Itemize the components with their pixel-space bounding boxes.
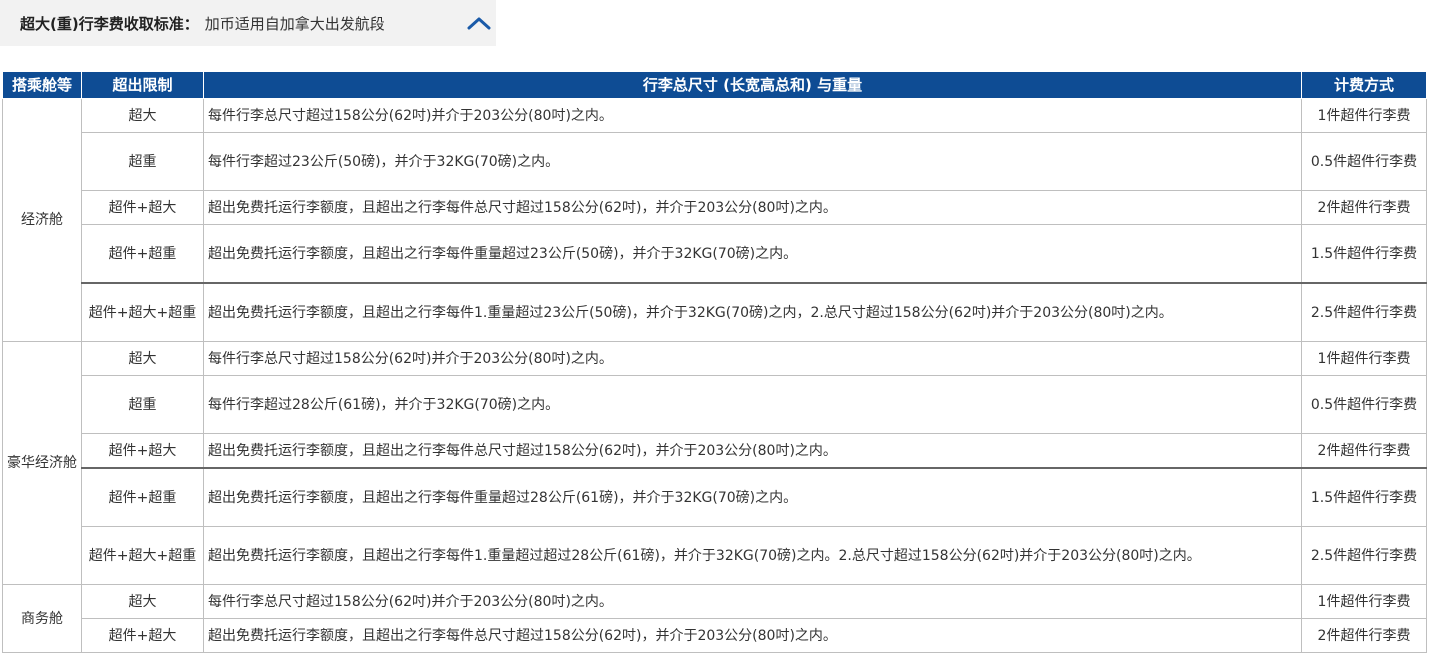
desc-cell: 每件行李总尺寸超过158公分(62吋)并介于203公分(80吋)之内。 [203, 584, 1302, 619]
desc-cell: 每件行李总尺寸超过158公分(62吋)并介于203公分(80吋)之内。 [203, 98, 1302, 133]
limit-cell: 超大 [81, 341, 204, 376]
table-row: 商务舱 超大 每件行李总尺寸超过158公分(62吋)并介于203公分(80吋)之… [2, 584, 1427, 653]
desc-cell: 超出免费托运行李额度，且超出之行李每件重量超过23公斤(50磅)，并介于32KG… [203, 224, 1302, 284]
header-fee: 计费方式 [1301, 71, 1427, 99]
cabin-premium-economy: 豪华经济舱 [2, 341, 82, 585]
cabin-business: 商务舱 [2, 584, 82, 653]
table-row: 超重 每件行李超过28公斤(61磅)，并介于32KG(70磅)之内。 0.5件超… [3, 375, 1427, 434]
table-row: 超件+超大+超重 超出免费托运行李额度，且超出之行李每件1.重量超过23公斤(5… [3, 282, 1427, 342]
limit-cell: 超重 [81, 132, 204, 191]
header-cabin: 搭乘舱等 [2, 71, 82, 99]
table-row: 超重 每件行李超过23公斤(50磅)，并介于32KG(70磅)之内。 0.5件超… [3, 132, 1427, 191]
limit-cell: 超件+超大+超重 [81, 526, 204, 585]
limit-cell: 超件+超大+超重 [81, 282, 204, 342]
desc-cell: 超出免费托运行李额度，且超出之行李每件重量超过28公斤(61磅)，并介于32KG… [203, 467, 1302, 527]
fee-cell: 1.5件超件行李费 [1301, 467, 1427, 527]
table-row: 豪华经济舱 超大 每件行李总尺寸超过158公分(62吋)并介于203公分(80吋… [2, 341, 1427, 585]
desc-cell: 超出免费托运行李额度，且超出之行李每件1.重量超过23公斤(50磅)，并介于32… [203, 282, 1302, 342]
fee-cell: 1件超件行李费 [1301, 98, 1427, 133]
desc-cell: 超出免费托运行李额度，且超出之行李每件1.重量超过超过28公斤(61磅)，并介于… [203, 526, 1302, 585]
limit-cell: 超大 [81, 584, 204, 619]
chevron-up-icon[interactable] [467, 16, 491, 30]
desc-cell: 超出免费托运行李额度，且超出之行李每件总尺寸超过158公分(62吋)，并介于20… [203, 190, 1302, 225]
desc-cell: 每件行李总尺寸超过158公分(62吋)并介于203公分(80吋)之内。 [203, 341, 1302, 376]
header-size-weight: 行李总尺寸 (长宽高总和) 与重量 [203, 71, 1302, 99]
header-limit: 超出限制 [81, 71, 204, 99]
fee-cell: 2件超件行李费 [1301, 190, 1427, 225]
limit-cell: 超件+超大 [81, 433, 204, 469]
limit-cell: 超件+超大 [81, 618, 204, 653]
limit-cell: 超大 [81, 98, 204, 133]
desc-cell: 超出免费托运行李额度，且超出之行李每件总尺寸超过158公分(62吋)，并介于20… [203, 618, 1302, 653]
limit-cell: 超重 [81, 375, 204, 434]
accordion-separator: ： [183, 14, 199, 33]
cabin-economy: 经济舱 [2, 98, 82, 342]
accordion-subtitle: 加币适用自加拿大出发航段 [204, 14, 385, 33]
table-row: 经济舱 超大 每件行李总尺寸超过158公分(62吋)并介于203公分(80吋)之… [2, 98, 1427, 342]
limit-cell: 超件+超重 [81, 467, 204, 527]
limit-cell: 超件+超大 [81, 190, 204, 225]
table-row: 超件+超大 超出免费托运行李额度，且超出之行李每件总尺寸超过158公分(62吋)… [3, 190, 1427, 225]
table-row: 超件+超重 超出免费托运行李额度，且超出之行李每件重量超过28公斤(61磅)，并… [3, 467, 1427, 527]
desc-cell: 超出免费托运行李额度，且超出之行李每件总尺寸超过158公分(62吋)，并介于20… [203, 433, 1302, 469]
fee-cell: 2.5件超件行李费 [1301, 526, 1427, 585]
fee-cell: 1件超件行李费 [1301, 584, 1427, 619]
desc-cell: 每件行李超过28公斤(61磅)，并介于32KG(70磅)之内。 [203, 375, 1302, 434]
table-row: 超件+超大+超重 超出免费托运行李额度，且超出之行李每件1.重量超过超过28公斤… [3, 526, 1427, 585]
table-row: 超件+超大 超出免费托运行李额度，且超出之行李每件总尺寸超过158公分(62吋)… [3, 618, 1427, 653]
fee-cell: 2件超件行李费 [1301, 618, 1427, 653]
fee-cell: 0.5件超件行李费 [1301, 132, 1427, 191]
limit-cell: 超件+超重 [81, 224, 204, 284]
accordion-title: 超大(重)行李费收取标准 [20, 14, 184, 33]
fee-cell: 0.5件超件行李费 [1301, 375, 1427, 434]
table-row: 超件+超重 超出免费托运行李额度，且超出之行李每件重量超过23公斤(50磅)，并… [3, 224, 1427, 284]
fee-cell: 1件超件行李费 [1301, 341, 1427, 376]
table-row: 超件+超大 超出免费托运行李额度，且超出之行李每件总尺寸超过158公分(62吋)… [3, 433, 1427, 469]
baggage-fee-table: 搭乘舱等 超出限制 行李总尺寸 (长宽高总和) 与重量 计费方式 经济舱 超大 … [2, 71, 1427, 653]
fee-cell: 2件超件行李费 [1301, 433, 1427, 469]
fee-cell: 2.5件超件行李费 [1301, 282, 1427, 342]
accordion-header[interactable]: 超大(重)行李费收取标准 ： 加币适用自加拿大出发航段 [0, 0, 496, 46]
table-header-row: 搭乘舱等 超出限制 行李总尺寸 (长宽高总和) 与重量 计费方式 [2, 71, 1427, 99]
desc-cell: 每件行李超过23公斤(50磅)，并介于32KG(70磅)之内。 [203, 132, 1302, 191]
fee-cell: 1.5件超件行李费 [1301, 224, 1427, 284]
